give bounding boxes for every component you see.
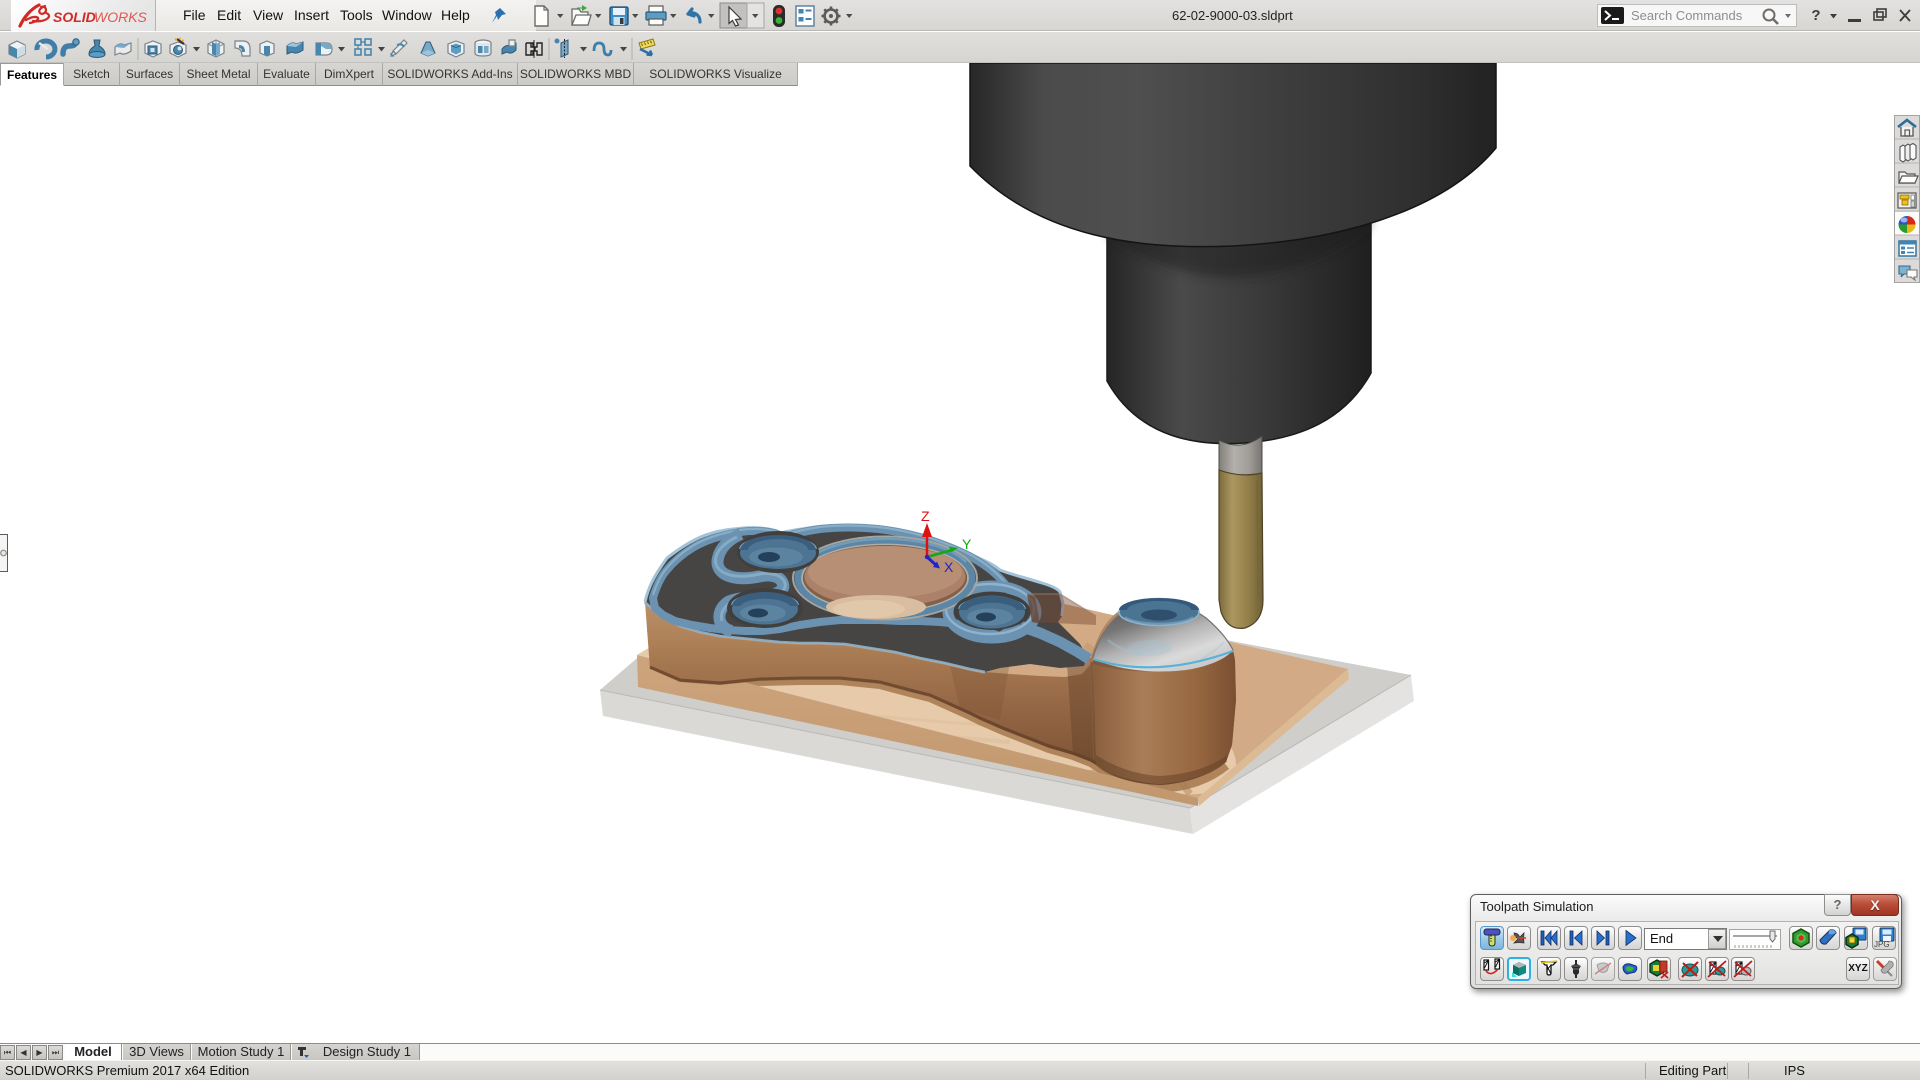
svg-text:Z: Z — [921, 508, 930, 524]
svg-text:X: X — [944, 559, 954, 575]
svg-text:JPG: JPG — [1874, 940, 1890, 949]
svg-text:SOLID: SOLID — [53, 9, 96, 25]
svg-text:WORKS: WORKS — [94, 9, 148, 25]
svg-text:Y: Y — [962, 536, 972, 552]
